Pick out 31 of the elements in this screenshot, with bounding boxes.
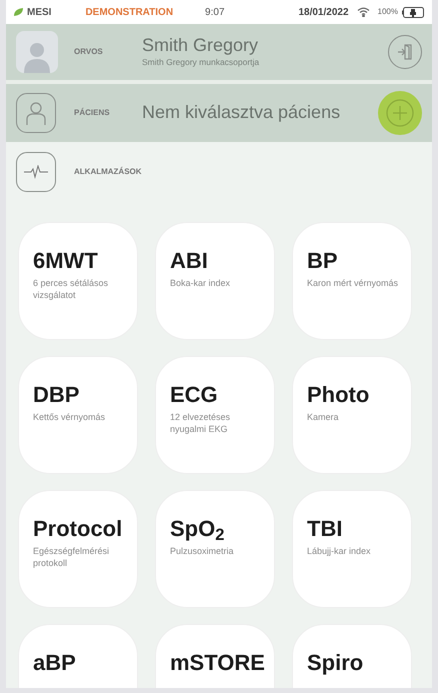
doctor-name: Smith Gregory (142, 36, 260, 56)
app-tile[interactable]: BP Karon mért vérnyomás (292, 222, 412, 340)
pulse-icon (16, 152, 56, 192)
app-tile[interactable]: Protocol Egészségfelmérési protokoll (18, 490, 138, 608)
app-tile[interactable]: ABI Boka-kar index (155, 222, 275, 340)
role-label: ORVOS (74, 46, 104, 58)
app-tile[interactable]: 6MWT 6 perces sétálásos vizsgálatot (18, 222, 138, 340)
avatar (16, 31, 58, 73)
mode-label: DEMONSTRATION (85, 6, 174, 20)
brand-name: MESI (27, 6, 52, 20)
clock: 9:07 (205, 6, 225, 20)
battery-level: 100% (378, 6, 398, 18)
wifi-icon (356, 7, 370, 17)
person-icon (16, 93, 56, 133)
app-tile[interactable]: TBI Lábujj-kar index (292, 490, 412, 608)
app-tile[interactable]: ECG 12 elvezetéses nyugalmi EKG (155, 356, 275, 474)
app-tile[interactable]: DBP Kettős vérnyomás (18, 356, 138, 474)
app-tile[interactable]: mSTORE (155, 624, 275, 688)
section-label: ALKALMAZÁSOK (74, 166, 142, 178)
app-tile[interactable]: Spiro (292, 624, 412, 688)
app-tile[interactable]: aBP (18, 624, 138, 688)
workgroup-name: Smith Gregory munkacsoportja (142, 56, 260, 68)
role-label: PÁCIENS (74, 107, 111, 119)
app-tile[interactable]: Photo Kamera (292, 356, 412, 474)
leaf-icon (14, 8, 23, 16)
date: 18/01/2022 (298, 6, 349, 20)
add-patient-button[interactable] (378, 91, 422, 135)
door-icon (396, 43, 414, 61)
logout-button[interactable] (388, 35, 422, 69)
app-tile[interactable]: SpO$_{2}$ Pulzusoximetria (155, 490, 275, 608)
battery-icon (402, 6, 424, 18)
